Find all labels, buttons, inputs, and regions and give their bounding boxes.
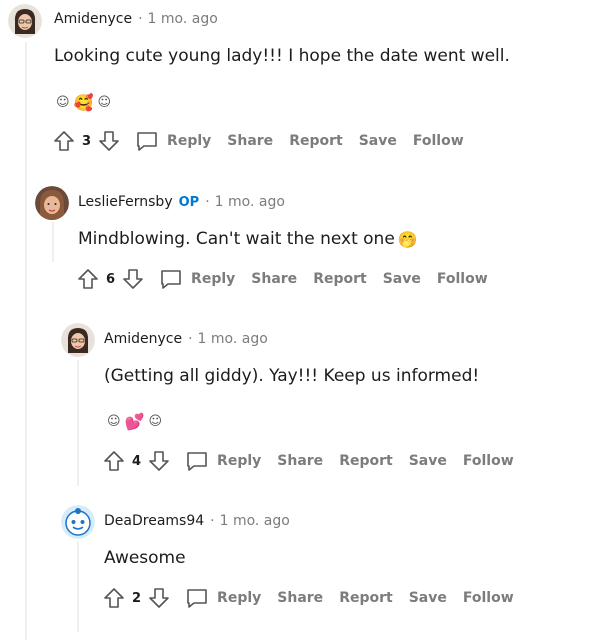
downvote-icon[interactable] (121, 267, 145, 291)
upvote-icon[interactable] (76, 267, 100, 291)
hearts-face-emoji: 🥰 (73, 93, 94, 112)
separator-dot: · (188, 331, 193, 347)
separator-dot: · (210, 513, 215, 529)
comment-bubble-icon (137, 132, 157, 151)
downvote-icon[interactable] (147, 449, 171, 473)
username-link[interactable]: Amidenyce (104, 331, 182, 347)
downvote-icon[interactable] (147, 586, 171, 610)
save-button[interactable]: Save (409, 453, 447, 469)
comment-bubble-icon (187, 452, 207, 471)
follow-button[interactable]: Follow (463, 590, 514, 606)
upvote-icon[interactable] (102, 449, 126, 473)
reply-label: Reply (217, 590, 262, 606)
reply-label: Reply (191, 271, 236, 287)
comment-bubble-icon (187, 589, 207, 608)
share-button[interactable]: Share (251, 271, 297, 287)
avatar[interactable] (61, 323, 95, 357)
share-button[interactable]: Share (277, 453, 323, 469)
save-button[interactable]: Save (383, 271, 421, 287)
hand-over-mouth-emoji: 🤭 (397, 229, 418, 249)
timestamp[interactable]: 1 mo. ago (198, 331, 268, 347)
username-link[interactable]: LeslieFernsby (78, 194, 173, 210)
reply-label: Reply (167, 133, 212, 149)
report-button[interactable]: Report (339, 453, 393, 469)
follow-button[interactable]: Follow (437, 271, 488, 287)
follow-button[interactable]: Follow (463, 453, 514, 469)
separator-dot: · (138, 11, 143, 27)
reply-button[interactable]: Reply (159, 267, 235, 291)
avatar[interactable] (35, 186, 69, 220)
report-button[interactable]: Report (313, 271, 367, 287)
upvote-icon[interactable] (52, 129, 76, 153)
separator-dot: · (205, 194, 210, 210)
thread-line[interactable] (52, 222, 54, 262)
timestamp[interactable]: 1 mo. ago (215, 194, 285, 210)
reply-button[interactable]: Reply (185, 449, 261, 473)
smile-emoji: ☺ (148, 414, 163, 429)
upvote-icon[interactable] (102, 586, 126, 610)
comment-body: Mindblowing. Can't wait the next one 🤭 (78, 229, 418, 249)
smile-emoji: ☺ (107, 414, 121, 429)
vote-score: 2 (132, 590, 142, 606)
reply-label: Reply (217, 453, 262, 469)
follow-button[interactable]: Follow (413, 133, 464, 149)
username-link[interactable]: Amidenyce (54, 11, 132, 27)
op-badge: OP (178, 194, 200, 210)
report-button[interactable]: Report (289, 133, 343, 149)
vote-score: 3 (82, 133, 92, 149)
reply-button[interactable]: Reply (185, 586, 261, 610)
timestamp[interactable]: 1 mo. ago (148, 11, 218, 27)
comment-body: (Getting all giddy). Yay!!! Keep us info… (104, 366, 480, 386)
downvote-icon[interactable] (97, 129, 121, 153)
avatar[interactable] (8, 4, 42, 38)
comment-body: Looking cute young lady!!! I hope the da… (54, 46, 510, 66)
comment-bubble-icon (161, 270, 181, 289)
save-button[interactable]: Save (359, 133, 397, 149)
comment-text: Mindblowing. Can't wait the next one (78, 229, 395, 249)
avatar[interactable] (61, 505, 95, 539)
report-button[interactable]: Report (339, 590, 393, 606)
share-button[interactable]: Share (227, 133, 273, 149)
comment-body: Awesome (104, 548, 186, 568)
smile-emoji: ☺ (97, 95, 112, 110)
smile-emoji: ☺ (56, 95, 70, 110)
vote-score: 6 (106, 271, 116, 287)
thread-line[interactable] (77, 360, 79, 486)
vote-score: 4 (132, 453, 142, 469)
thread-line[interactable] (25, 42, 27, 640)
thread-line[interactable] (77, 542, 79, 632)
username-link[interactable]: DeaDreams94 (104, 513, 204, 529)
timestamp[interactable]: 1 mo. ago (220, 513, 290, 529)
share-button[interactable]: Share (277, 590, 323, 606)
two-hearts-emoji: 💕 (124, 412, 145, 431)
save-button[interactable]: Save (409, 590, 447, 606)
reply-button[interactable]: Reply (135, 129, 211, 153)
